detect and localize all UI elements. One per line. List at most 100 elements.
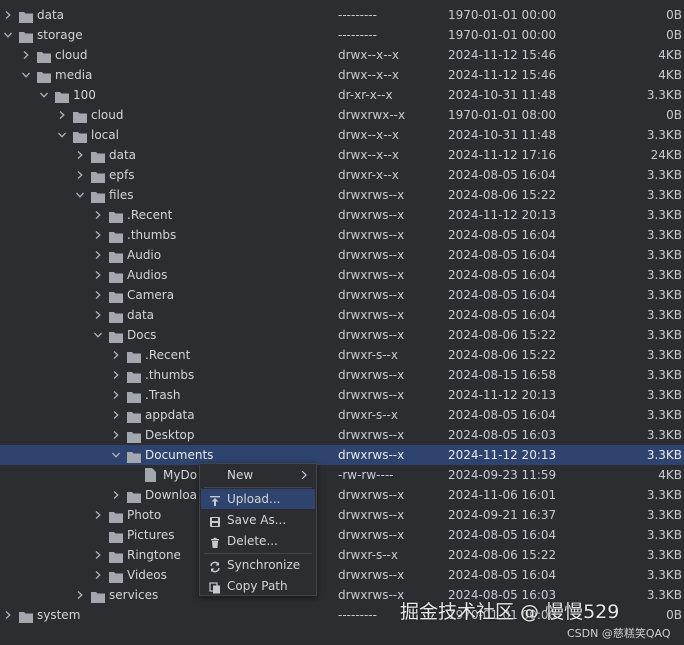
tree-row[interactable]: .Recent drwxrws--x 2024-11-12 20:13 3.3KB (0, 205, 684, 225)
tree-row-name: epfs (109, 168, 135, 182)
tree-row[interactable]: local drwx--x--x 2024-10-31 11:48 3.3KB (0, 125, 684, 145)
menu-item-delete[interactable]: Delete... (201, 531, 315, 551)
tree-row[interactable]: files drwxrws--x 2024-08-06 15:22 3.3KB (0, 185, 684, 205)
chevron-right-icon[interactable] (74, 165, 86, 185)
tree-row-name: Docs (127, 328, 157, 342)
menu-item-save-as[interactable]: Save As... (201, 510, 315, 530)
chevron-right-icon[interactable] (92, 565, 104, 585)
folder-icon (91, 149, 105, 163)
chevron-right-icon[interactable] (92, 225, 104, 245)
chevron-down-icon[interactable] (20, 65, 32, 85)
tree-row[interactable]: Audios drwxrws--x 2024-08-05 16:04 3.3KB (0, 265, 684, 285)
tree-row[interactable]: Documents drwxrws--x 2024-11-12 20:13 3.3KB (0, 445, 684, 465)
tree-row-permissions: drwxrws--x (338, 448, 405, 462)
tree-row-name: cloud (91, 108, 124, 122)
menu-item-synchronize[interactable]: Synchronize (201, 555, 315, 575)
chevron-right-icon[interactable] (2, 5, 14, 25)
menu-item-copy-path[interactable]: Copy Path (201, 576, 315, 596)
chevron-right-icon[interactable] (92, 245, 104, 265)
chevron-right-icon[interactable] (92, 505, 104, 525)
tree-row-permissions: drwx--x--x (338, 148, 399, 162)
tree-row[interactable]: Audio drwxrws--x 2024-08-05 16:04 3.3KB (0, 245, 684, 265)
chevron-right-icon[interactable] (2, 605, 14, 625)
folder-icon (109, 289, 123, 303)
tree-row[interactable]: cloud drwx--x--x 2024-11-12 15:46 4KB (0, 45, 684, 65)
tree-row-date: 2024-08-06 15:22 (448, 328, 557, 342)
tree-row-size: 3.3KB (646, 528, 682, 542)
chevron-down-icon[interactable] (92, 325, 104, 345)
tree-row-name: MyDo (163, 468, 198, 482)
chevron-down-icon[interactable] (38, 85, 50, 105)
menu-item-label: Delete... (227, 534, 278, 548)
tree-row[interactable]: Pictures drwxrws--x 2024-08-05 16:04 3.3KB (0, 525, 684, 545)
chevron-right-icon[interactable] (92, 285, 104, 305)
folder-icon (109, 529, 123, 543)
tree-row-size: 3.3KB (646, 128, 682, 142)
chevron-right-icon[interactable] (110, 485, 122, 505)
tree-row-size: 3.3KB (646, 388, 682, 402)
chevron-right-icon[interactable] (92, 305, 104, 325)
tree-row-permissions: drwxrws--x (338, 268, 405, 282)
tree-row[interactable]: Desktop drwxrws--x 2024-08-05 16:03 3.3KB (0, 425, 684, 445)
tree-row[interactable]: .thumbs drwxrws--x 2024-08-05 16:04 3.3KB (0, 225, 684, 245)
tree-row[interactable]: MyDo -rw-rw---- 2024-09-23 11:59 4KB (0, 465, 684, 485)
folder-icon (109, 309, 123, 323)
chevron-right-icon[interactable] (110, 405, 122, 425)
chevron-down-icon[interactable] (56, 125, 68, 145)
chevron-right-icon[interactable] (110, 345, 122, 365)
tree-row[interactable]: appdata drwxr-s--x 2024-08-05 16:04 3.3KB (0, 405, 684, 425)
tree-row-size: 3.3KB (646, 588, 682, 602)
folder-icon (19, 609, 33, 623)
tree-row[interactable]: Videos drwxrws--x 2024-08-05 16:04 3.3KB (0, 565, 684, 585)
folder-icon (127, 349, 141, 363)
tree-row-name: files (109, 188, 134, 202)
chevron-down-icon[interactable] (2, 25, 14, 45)
folder-icon (73, 109, 87, 123)
folder-icon (127, 429, 141, 443)
chevron-right-icon[interactable] (74, 585, 86, 605)
folder-icon (109, 269, 123, 283)
tree-row[interactable]: Downloa drwxrws--x 2024-11-06 16:01 3.3KB (0, 485, 684, 505)
tree-row-permissions: drwxr-s--x (338, 408, 398, 422)
tree-row-name: .Recent (145, 348, 191, 362)
chevron-down-icon[interactable] (110, 445, 122, 465)
chevron-right-icon[interactable] (56, 105, 68, 125)
tree-row[interactable]: storage --------- 1970-01-01 00:00 0B (0, 25, 684, 45)
tree-row[interactable]: epfs drwxr-x--x 2024-08-05 16:04 3.3KB (0, 165, 684, 185)
tree-row[interactable]: data --------- 1970-01-01 00:00 0B (0, 5, 684, 25)
tree-row[interactable]: Photo drwxrws--x 2024-09-21 16:37 3.3KB (0, 505, 684, 525)
tree-row[interactable]: Camera drwxrws--x 2024-08-05 16:04 3.3KB (0, 285, 684, 305)
tree-row-date: 2024-08-06 15:22 (448, 548, 557, 562)
tree-row-permissions: drwx--x--x (338, 68, 399, 82)
tree-row-permissions: drwxrws--x (338, 388, 405, 402)
tree-row[interactable]: .Recent drwxr-s--x 2024-08-06 15:22 3.3KB (0, 345, 684, 365)
chevron-right-icon[interactable] (110, 425, 122, 445)
folder-icon (73, 129, 87, 143)
chevron-right-icon[interactable] (20, 45, 32, 65)
chevron-right-icon[interactable] (110, 385, 122, 405)
tree-row[interactable]: Ringtone drwxr-s--x 2024-08-06 15:22 3.3KB (0, 545, 684, 565)
chevron-right-icon[interactable] (92, 265, 104, 285)
chevron-right-icon[interactable] (74, 145, 86, 165)
tree-row-permissions: drwxrws--x (338, 508, 405, 522)
tree-row[interactable]: .Trash drwxrws--x 2024-11-12 20:13 3.3KB (0, 385, 684, 405)
tree-row-name: Desktop (145, 428, 195, 442)
tree-row[interactable]: data drwxrws--x 2024-08-05 16:04 3.3KB (0, 305, 684, 325)
chevron-right-icon[interactable] (92, 545, 104, 565)
tree-row-permissions: drwxrws--x (338, 228, 405, 242)
tree-row-name: Documents (145, 448, 214, 462)
tree-row-name: Audio (127, 248, 162, 262)
tree-row[interactable]: .thumbs drwxrws--x 2024-08-15 16:58 3.3KB (0, 365, 684, 385)
chevron-right-icon[interactable] (110, 365, 122, 385)
chevron-right-icon[interactable] (92, 205, 104, 225)
menu-item-new[interactable]: New (201, 465, 315, 485)
tree-row[interactable]: data drwx--x--x 2024-11-12 17:16 24KB (0, 145, 684, 165)
tree-row[interactable]: media drwx--x--x 2024-11-12 15:46 4KB (0, 65, 684, 85)
tree-row[interactable]: cloud drwxrwx--x 1970-01-01 08:00 0B (0, 105, 684, 125)
tree-row-name: Downloa (145, 488, 198, 502)
tree-row[interactable]: 100 dr-xr-x--x 2024-10-31 11:48 3.3KB (0, 85, 684, 105)
chevron-down-icon[interactable] (74, 185, 86, 205)
tree-row[interactable]: Docs drwxrws--x 2024-08-06 15:22 3.3KB (0, 325, 684, 345)
menu-item-upload[interactable]: Upload... (201, 489, 315, 509)
tree-row-permissions: --------- (338, 28, 377, 42)
